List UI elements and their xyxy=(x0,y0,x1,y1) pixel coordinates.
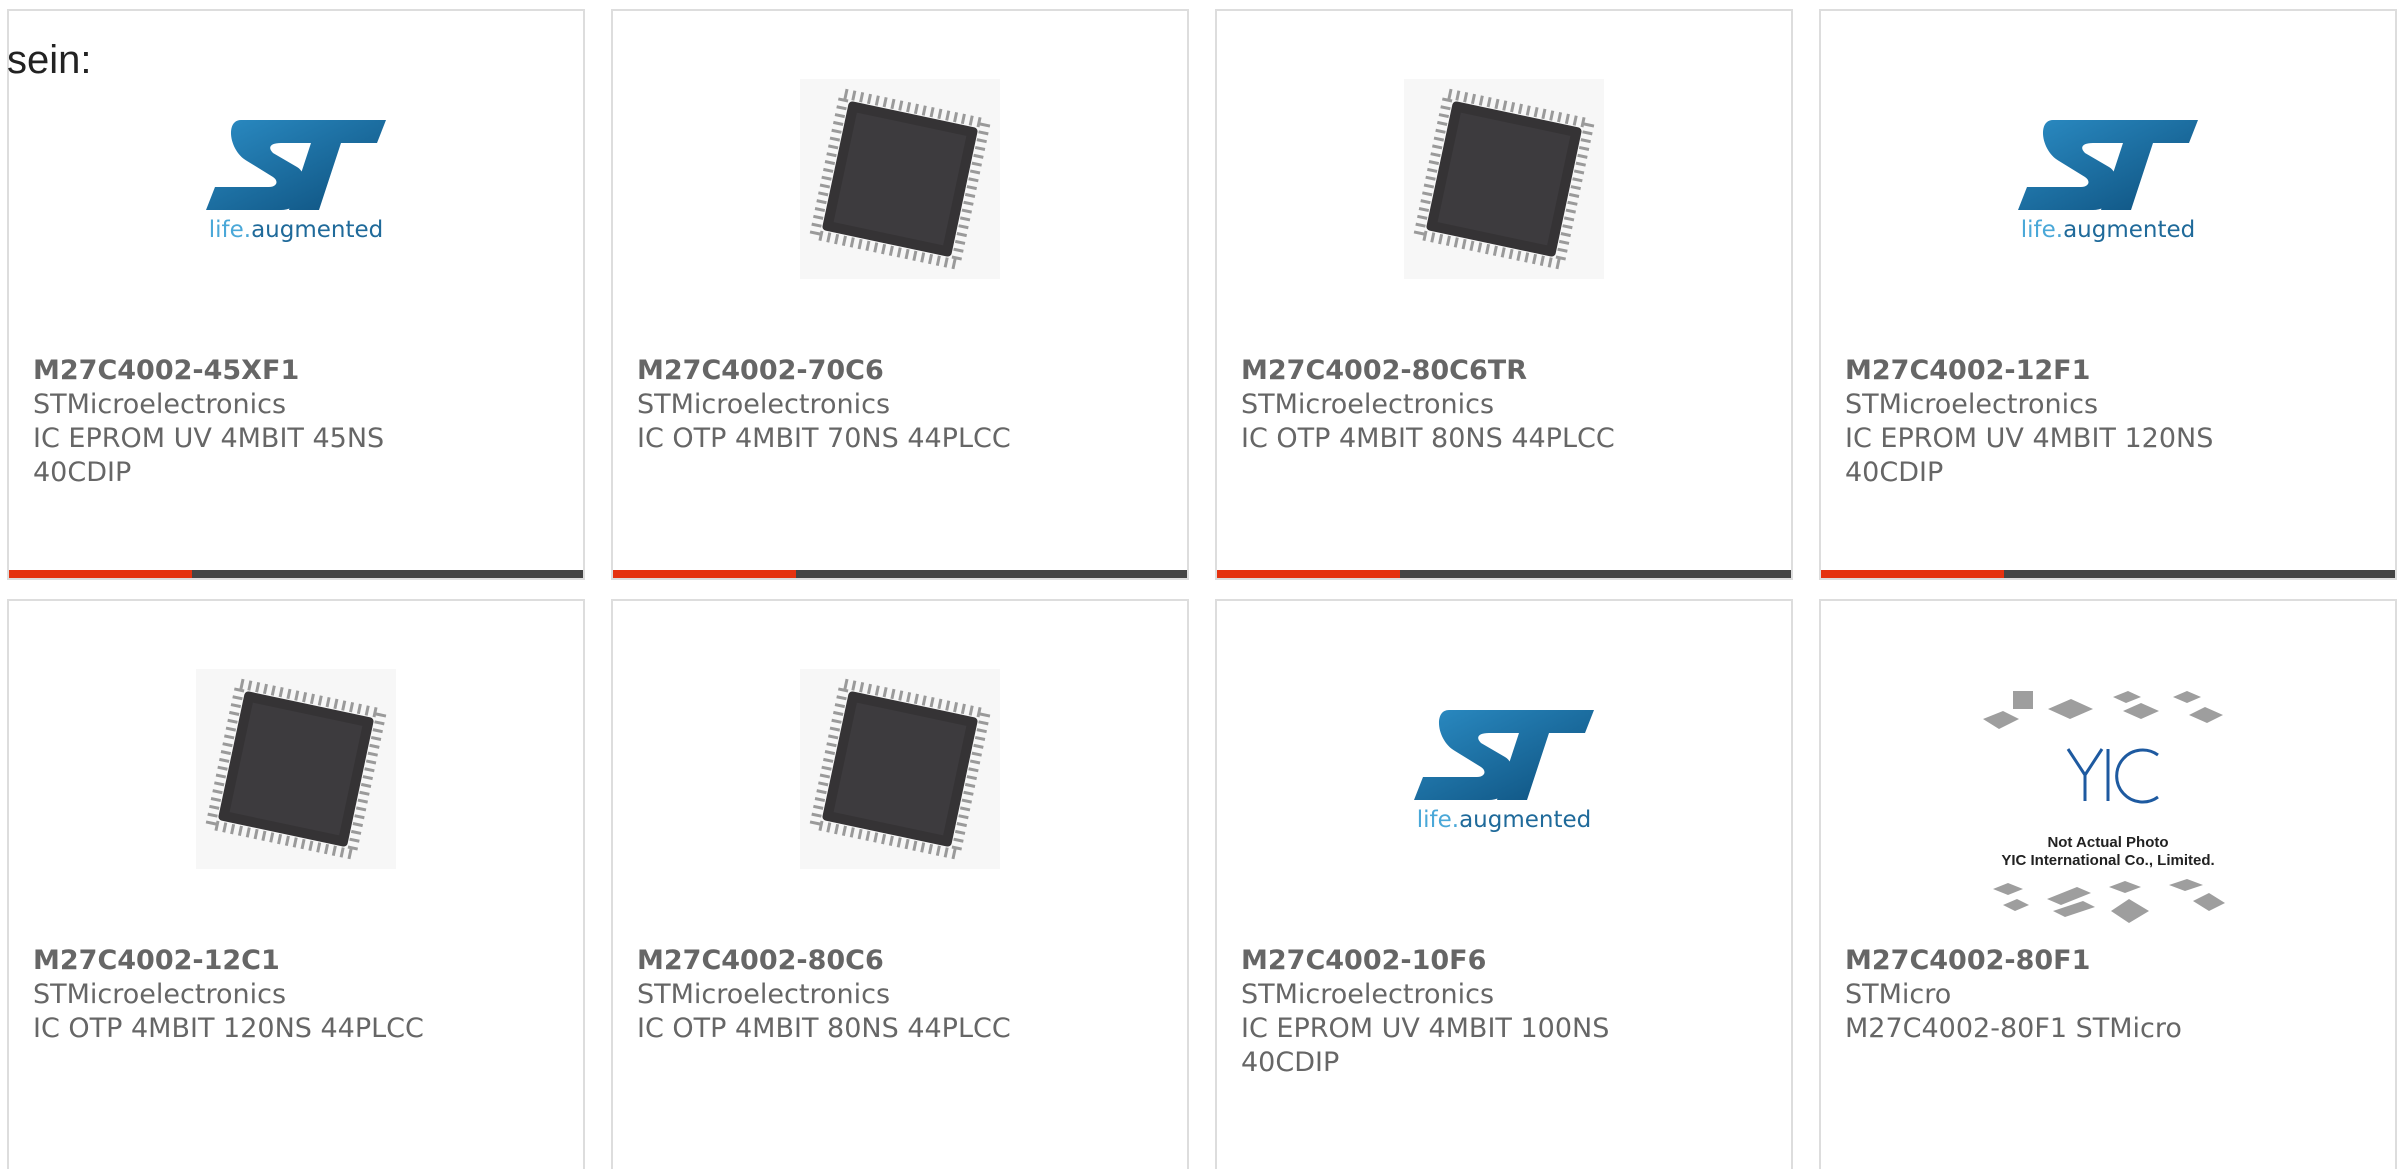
product-card[interactable]: life.augmented M27C4002-45XF1 STMicroele… xyxy=(7,9,585,580)
manufacturer: STMicro xyxy=(1845,979,1952,1010)
manufacturer: STMicroelectronics xyxy=(1241,389,1495,420)
description: IC OTP 4MBIT 120NS 44PLCC xyxy=(33,1013,424,1044)
manufacturer: STMicroelectronics xyxy=(1241,979,1495,1010)
product-image[interactable] xyxy=(800,669,1000,869)
manufacturer: STMicroelectronics xyxy=(33,979,287,1010)
product-grid: life.augmented M27C4002-45XF1 STMicroele… xyxy=(0,0,2400,1169)
product-card[interactable]: M27C4002-80C6 STMicroelectronics IC OTP … xyxy=(611,599,1189,1169)
part-number[interactable]: M27C4002-70C6 xyxy=(637,354,1167,388)
part-number[interactable]: M27C4002-10F6 xyxy=(1241,944,1771,978)
description: IC OTP 4MBIT 80NS 44PLCC xyxy=(1241,423,1615,454)
plcc-chip-icon xyxy=(800,669,1000,869)
manufacturer: STMicroelectronics xyxy=(33,389,287,420)
product-card[interactable]: life.augmented M27C4002-12F1 STMicroelec… xyxy=(1819,9,2397,580)
description: IC EPROM UV 4MBIT 45NS 40CDIP xyxy=(33,423,385,488)
product-image[interactable]: life.augmented xyxy=(196,79,396,279)
manufacturer: STMicroelectronics xyxy=(637,389,891,420)
part-number[interactable]: M27C4002-80F1 xyxy=(1845,944,2375,978)
st-logo-icon: life.augmented xyxy=(2013,115,2203,243)
product-image[interactable] xyxy=(800,79,1000,279)
product-image[interactable] xyxy=(196,669,396,869)
card-bar xyxy=(613,570,1187,578)
product-card[interactable]: M27C4002-80C6TR STMicroelectronics IC OT… xyxy=(1215,9,1793,580)
description: IC OTP 4MBIT 80NS 44PLCC xyxy=(637,1013,1011,1044)
yic-placeholder-icon: Not Actual Photo YIC International Co., … xyxy=(1983,691,2225,923)
product-image[interactable]: life.augmented xyxy=(1404,669,1604,869)
plcc-chip-icon xyxy=(1404,79,1604,279)
product-card[interactable]: M27C4002-12C1 STMicroelectronics IC OTP … xyxy=(7,599,585,1169)
st-logo-icon: life.augmented xyxy=(201,115,391,243)
plcc-chip-icon xyxy=(800,79,1000,279)
plcc-chip-icon xyxy=(196,669,396,869)
card-bar xyxy=(9,570,583,578)
description: IC EPROM UV 4MBIT 100NS 40CDIP xyxy=(1241,1013,1610,1078)
manufacturer: STMicroelectronics xyxy=(1845,389,2099,420)
product-image[interactable]: Not Actual Photo YIC International Co., … xyxy=(1973,689,2243,939)
description: IC OTP 4MBIT 70NS 44PLCC xyxy=(637,423,1011,454)
part-number[interactable]: M27C4002-12F1 xyxy=(1845,354,2375,388)
st-logo-icon: life.augmented xyxy=(1409,705,1599,833)
part-number[interactable]: M27C4002-80C6 xyxy=(637,944,1167,978)
product-image[interactable] xyxy=(1404,79,1604,279)
product-card[interactable]: Not Actual Photo YIC International Co., … xyxy=(1819,599,2397,1169)
product-image[interactable]: life.augmented xyxy=(2008,79,2208,279)
part-number[interactable]: M27C4002-80C6TR xyxy=(1241,354,1771,388)
lead-text: sein: xyxy=(7,38,92,82)
card-bar xyxy=(1821,570,2395,578)
description: IC EPROM UV 4MBIT 120NS 40CDIP xyxy=(1845,423,2214,488)
product-card[interactable]: M27C4002-70C6 STMicroelectronics IC OTP … xyxy=(611,9,1189,580)
product-card[interactable]: life.augmented M27C4002-10F6 STMicroelec… xyxy=(1215,599,1793,1169)
description: M27C4002-80F1 STMicro xyxy=(1845,1013,2182,1044)
manufacturer: STMicroelectronics xyxy=(637,979,891,1010)
svg-text:YIC International Co., Limited: YIC International Co., Limited. xyxy=(2001,852,2214,869)
svg-text:Not Actual Photo: Not Actual Photo xyxy=(2047,834,2168,851)
part-number[interactable]: M27C4002-45XF1 xyxy=(33,354,563,388)
card-bar xyxy=(1217,570,1791,578)
part-number[interactable]: M27C4002-12C1 xyxy=(33,944,563,978)
